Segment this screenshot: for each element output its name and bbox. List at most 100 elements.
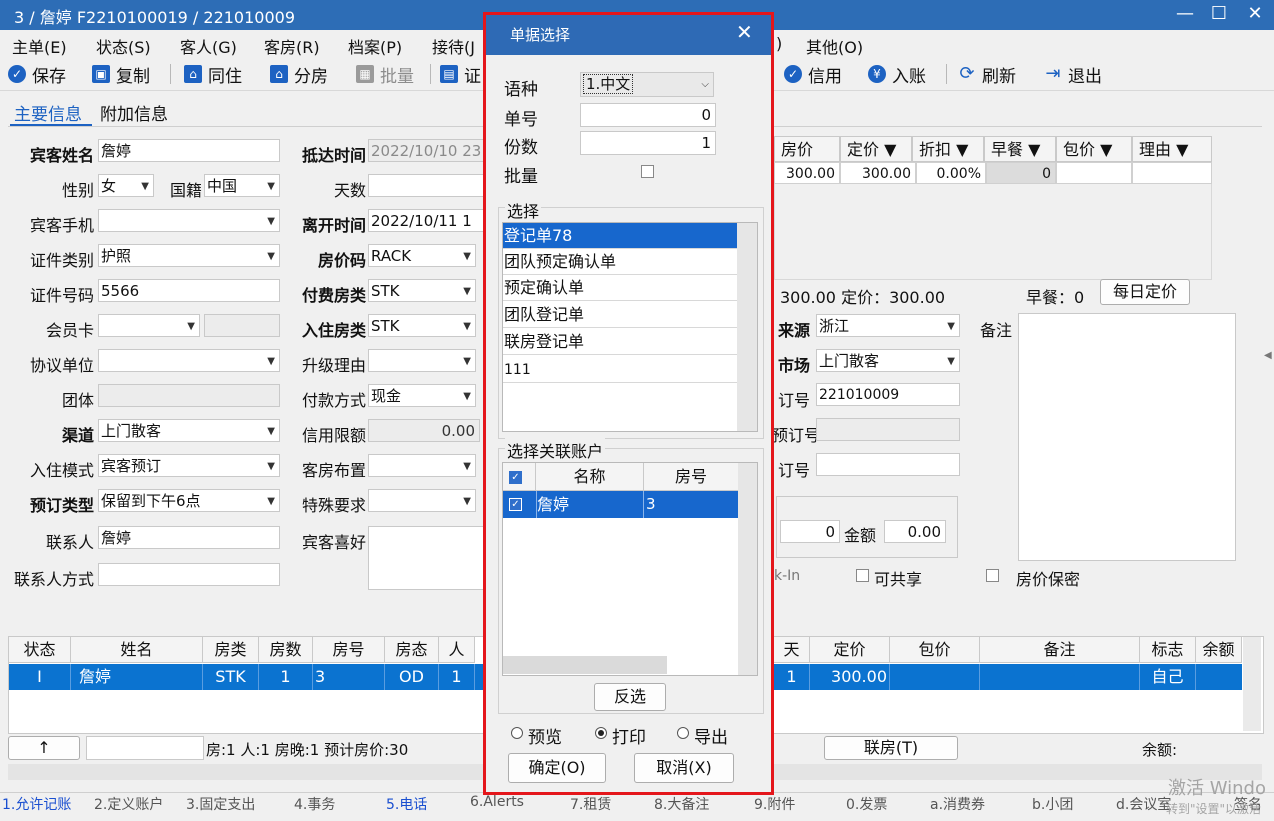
order-no2-input[interactable] xyxy=(816,453,960,476)
member-card-select[interactable]: ▼ xyxy=(98,314,200,337)
rate-grid-header-reason[interactable]: 理由 ▼ xyxy=(1132,136,1212,162)
mobile-select[interactable]: ▼ xyxy=(98,209,280,232)
close-icon[interactable]: ✕ xyxy=(1240,2,1270,28)
grid-scrollbar[interactable] xyxy=(1243,637,1261,731)
status-affairs[interactable]: 4.事务 xyxy=(294,794,335,814)
maximize-icon[interactable]: ☐ xyxy=(1204,2,1234,28)
rate-grid-cell-fixed[interactable]: 300.00 xyxy=(840,162,916,184)
list-item[interactable]: 111 xyxy=(503,357,737,383)
amount-input[interactable]: 0.00 xyxy=(884,520,946,543)
market-select[interactable]: 上门散客 ▼ xyxy=(816,349,960,372)
account-grid-vscroll[interactable] xyxy=(738,463,757,675)
print-radio[interactable] xyxy=(595,727,607,739)
days-input[interactable] xyxy=(368,174,488,197)
live-room-type-select[interactable]: STK ▼ xyxy=(368,314,476,337)
select-all-checkbox[interactable]: ✓ xyxy=(509,471,522,484)
save-button[interactable]: ✓ 保存 xyxy=(8,62,66,87)
cert-button[interactable]: ▤ 证 xyxy=(440,62,481,87)
menu-status[interactable]: 状态(S) xyxy=(96,34,151,58)
up-button[interactable]: ↑ xyxy=(8,736,80,760)
list-item[interactable]: 联房登记单 xyxy=(503,329,737,355)
same-live-button[interactable]: ⌂ 同住 xyxy=(184,62,242,87)
booking-type-select[interactable]: 保留到下午6点 ▼ xyxy=(98,489,280,512)
rate-grid-header-discount[interactable]: 折扣 ▼ xyxy=(912,136,984,162)
list-item[interactable]: 团队预定确认单 xyxy=(503,249,737,275)
guest-preference-input[interactable] xyxy=(368,526,484,590)
pay-method-select[interactable]: 现金 ▼ xyxy=(368,384,476,407)
tab-extra-info[interactable]: 附加信息 xyxy=(100,100,168,125)
menu-guest[interactable]: 客人(G) xyxy=(180,34,237,58)
room-layout-select[interactable]: ▼ xyxy=(368,454,476,477)
preview-radio[interactable] xyxy=(511,727,523,739)
close-icon[interactable]: ✕ xyxy=(736,20,753,44)
daily-rate-button[interactable]: 每日定价 xyxy=(1100,279,1190,305)
order-no-input[interactable]: 221010009 xyxy=(816,383,960,406)
contact-input[interactable]: 詹婷 xyxy=(98,526,280,549)
rate-grid-cell-package[interactable] xyxy=(1056,162,1132,184)
status-invoice[interactable]: 0.发票 xyxy=(846,794,887,814)
menu-archive[interactable]: 档案(P) xyxy=(348,34,402,58)
menu-other[interactable]: 其他(O) xyxy=(806,34,863,58)
rate-code-select[interactable]: RACK ▼ xyxy=(368,244,476,267)
special-request-select[interactable]: ▼ xyxy=(368,489,476,512)
rate-grid-header-breakfast[interactable]: 早餐 ▼ xyxy=(984,136,1056,162)
source-select[interactable]: 浙江 ▼ xyxy=(816,314,960,337)
account-grid-hscroll[interactable] xyxy=(503,656,667,674)
agreement-select[interactable]: ▼ xyxy=(98,349,280,372)
status-big-remark[interactable]: 8.大备注 xyxy=(654,794,709,814)
copies-input[interactable]: 1 xyxy=(580,131,716,155)
status-meeting-room[interactable]: d.会议室 xyxy=(1116,794,1171,814)
export-radio[interactable] xyxy=(677,727,689,739)
collapse-arrow-icon[interactable]: ◀ xyxy=(1264,350,1272,361)
menu-room[interactable]: 客房(R) xyxy=(264,34,320,58)
quantity-input[interactable]: 0 xyxy=(780,520,840,543)
arrive-time-input[interactable]: 2022/10/10 23 xyxy=(368,139,488,162)
gender-select[interactable]: 女 ▼ xyxy=(98,174,154,197)
price-secret-checkbox[interactable] xyxy=(986,569,999,582)
nationality-select[interactable]: 中国 ▼ xyxy=(204,174,280,197)
rate-grid-header-fixed[interactable]: 定价 ▼ xyxy=(840,136,912,162)
menu-main[interactable]: 主单(E) xyxy=(12,34,67,58)
rate-grid-cell-price[interactable]: 300.00 xyxy=(774,162,840,184)
id-type-select[interactable]: 护照 ▼ xyxy=(98,244,280,267)
doc-no-input[interactable]: 0 xyxy=(580,103,716,127)
exit-button[interactable]: ⇥ 退出 xyxy=(1044,62,1102,87)
status-fixed-expense[interactable]: 3.固定支出 xyxy=(186,794,255,814)
batch-button[interactable]: ▦ 批量 xyxy=(356,62,414,87)
status-phone[interactable]: 5.电话 xyxy=(386,794,427,814)
search-input[interactable] xyxy=(86,736,204,760)
ok-button[interactable]: 确定(O) xyxy=(508,753,606,783)
list-item[interactable]: 登记单78 xyxy=(503,223,737,249)
tab-main-info[interactable]: 主要信息 xyxy=(14,100,82,125)
pay-room-type-select[interactable]: STK ▼ xyxy=(368,279,476,302)
invert-selection-button[interactable]: 反选 xyxy=(594,683,666,711)
menu-reception[interactable]: 接待(J xyxy=(432,34,475,58)
link-room-button[interactable]: 联房(T) xyxy=(824,736,958,760)
rate-grid-cell-reason[interactable] xyxy=(1132,162,1212,184)
split-room-button[interactable]: ⌂ 分房 xyxy=(270,62,328,87)
upgrade-reason-select[interactable]: ▼ xyxy=(368,349,476,372)
status-voucher[interactable]: a.消费券 xyxy=(930,794,985,814)
list-item[interactable]: 团队登记单 xyxy=(503,302,737,328)
channel-select[interactable]: 上门散客 ▼ xyxy=(98,419,280,442)
status-allow-charge[interactable]: 1.允许记账 xyxy=(2,794,71,814)
cancel-button[interactable]: 取消(X) xyxy=(634,753,734,783)
account-row-checkbox[interactable]: ✓ xyxy=(509,498,522,511)
credit-button[interactable]: ✓ 信用 xyxy=(784,62,842,87)
rate-grid-header-package[interactable]: 包价 ▼ xyxy=(1056,136,1132,162)
status-alerts[interactable]: 6.Alerts xyxy=(470,794,524,810)
status-lease[interactable]: 7.租赁 xyxy=(570,794,611,814)
minimize-icon[interactable]: — xyxy=(1170,2,1200,28)
shareable-checkbox[interactable] xyxy=(856,569,869,582)
rate-grid-cell-discount[interactable]: 0.00% xyxy=(916,162,986,184)
checkin-mode-select[interactable]: 宾客预订 ▼ xyxy=(98,454,280,477)
guest-name-input[interactable]: 詹婷 xyxy=(98,139,280,162)
status-define-account[interactable]: 2.定义账户 xyxy=(94,794,163,814)
post-account-button[interactable]: ¥ 入账 xyxy=(868,62,926,87)
leave-time-input[interactable]: 2022/10/11 1 xyxy=(368,209,488,232)
copy-button[interactable]: ▣ 复制 xyxy=(92,62,150,87)
status-small-group[interactable]: b.小团 xyxy=(1032,794,1073,814)
list-scrollbar[interactable] xyxy=(737,223,757,431)
id-no-input[interactable]: 5566 xyxy=(98,279,280,302)
rate-grid-cell-breakfast[interactable]: 0 xyxy=(986,162,1056,184)
